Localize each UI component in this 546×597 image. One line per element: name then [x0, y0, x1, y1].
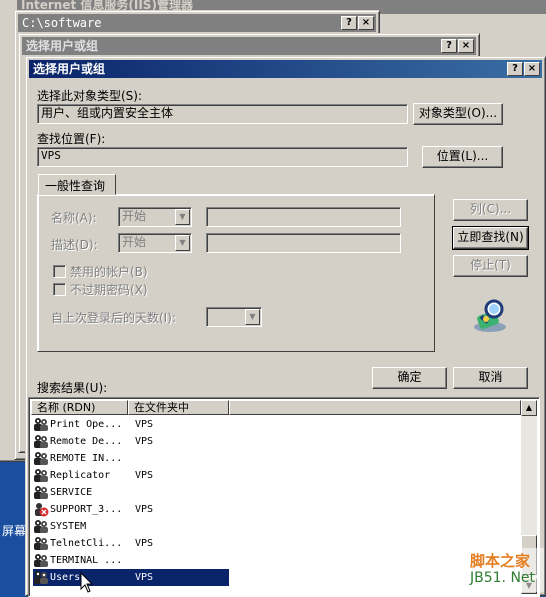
watermark-line1: 脚本之家 — [470, 552, 531, 570]
days-since-login-combo[interactable]: ▼ — [206, 307, 262, 327]
row-name: Remote De... — [50, 436, 123, 447]
column-header-empty — [229, 400, 521, 415]
help-button[interactable]: ? — [507, 62, 523, 76]
results-label: 搜索结果(U): — [37, 381, 108, 395]
results-list[interactable]: 名称 (RDN) 在文件夹中 Print Ope... VPS Remote De.… — [28, 397, 540, 597]
scroll-up-icon[interactable]: ▲ — [521, 400, 537, 416]
object-types-button[interactable]: 对象类型(O)... — [413, 103, 503, 125]
row-folder: VPS — [135, 538, 154, 549]
dialog-title: 选择用户或组 — [29, 60, 542, 78]
description-combo[interactable]: 开始 ▼ — [118, 233, 192, 253]
column-header-name[interactable]: 名称 (RDN) — [31, 400, 128, 415]
table-row[interactable]: SUPPORT_3... VPS — [33, 501, 229, 518]
group-icon — [34, 452, 48, 465]
table-row[interactable]: SERVICE — [33, 484, 229, 501]
ok-button[interactable]: 确定 — [372, 367, 447, 389]
row-name: Replicator — [50, 470, 111, 481]
desktop-text: 屏幕 — [2, 524, 27, 538]
row-folder: VPS — [135, 504, 154, 515]
table-row[interactable]: Remote De... VPS — [33, 433, 229, 450]
row-name: SUPPORT_3... — [50, 504, 123, 515]
row-folder: VPS — [135, 572, 154, 583]
columns-button[interactable]: 列(C)... — [453, 199, 528, 221]
disabled-accounts-label: 禁用的帐户(B) — [70, 265, 148, 279]
description-text-field[interactable] — [206, 233, 401, 253]
group-icon — [34, 520, 48, 533]
search-users-icon — [474, 299, 506, 332]
cancel-button[interactable]: 取消 — [453, 367, 528, 389]
parent-close-button[interactable]: × — [458, 39, 474, 53]
non-expiring-password-checkbox[interactable] — [53, 283, 66, 296]
row-name: SYSTEM — [50, 521, 87, 532]
tab-label: 一般性查询 — [45, 179, 106, 193]
row-name: REMOTE IN... — [50, 453, 123, 464]
days-since-login-label: 自上次登录后的天数(I): — [51, 311, 176, 325]
object-type-field: 用户、组或内置安全主体 — [37, 104, 408, 124]
disabled-accounts-checkbox[interactable] — [53, 265, 66, 278]
name-combo[interactable]: 开始 ▼ — [118, 207, 192, 227]
group-icon — [34, 435, 48, 448]
row-folder: VPS — [135, 470, 154, 481]
chevron-down-icon[interactable]: ▼ — [175, 235, 190, 251]
row-name: SERVICE — [50, 487, 93, 498]
description-combo-value: 开始 — [122, 235, 147, 249]
table-row[interactable]: TERMINAL ... — [33, 552, 229, 569]
row-folder: VPS — [135, 436, 154, 447]
description-label: 描述(D): — [51, 238, 98, 252]
folder-title: C:\software — [22, 16, 102, 30]
locations-button[interactable]: 位置(L)... — [422, 146, 503, 168]
table-row[interactable]: Print Ope... VPS — [33, 416, 229, 433]
name-combo-value: 开始 — [122, 209, 147, 223]
table-row[interactable]: Users VPS — [33, 569, 229, 586]
location-label: 查找位置(F): — [37, 132, 106, 146]
chevron-down-icon[interactable]: ▼ — [175, 209, 190, 225]
mouse-cursor-icon — [80, 572, 94, 593]
chevron-down-icon[interactable]: ▼ — [245, 309, 260, 325]
results-header: 名称 (RDN) 在文件夹中 — [31, 400, 521, 415]
group-icon — [34, 486, 48, 499]
row-folder: VPS — [135, 419, 154, 430]
row-name: Print Ope... — [50, 419, 123, 430]
row-name: Users — [50, 572, 81, 583]
disabled-user-icon — [35, 503, 49, 517]
watermark: 脚本之家 JB51. Net — [466, 548, 544, 592]
group-icon — [34, 469, 48, 482]
row-name: TelnetCli... — [50, 538, 123, 549]
table-row[interactable]: Replicator VPS — [33, 467, 229, 484]
column-header-folder[interactable]: 在文件夹中 — [128, 400, 229, 415]
object-type-label: 选择此对象类型(S): — [37, 89, 143, 103]
group-icon — [34, 537, 48, 550]
watermark-line2: JB51. Net — [470, 570, 536, 586]
location-field: VPS — [37, 147, 408, 167]
find-now-button[interactable]: 立即查找(N) — [452, 226, 529, 250]
name-text-field[interactable] — [206, 207, 401, 227]
folder-close-button[interactable]: × — [358, 16, 374, 30]
stop-button[interactable]: 停止(T) — [453, 255, 528, 277]
group-icon — [34, 418, 48, 431]
table-row[interactable]: SYSTEM — [33, 518, 229, 535]
group-icon — [34, 571, 48, 584]
select-users-dialog: 选择用户或组 ? × 选择此对象类型(S): 用户、组或内置安全主体 对象类型(… — [25, 56, 546, 597]
table-row[interactable]: REMOTE IN... — [33, 450, 229, 467]
tab-common-queries[interactable]: 一般性查询 — [38, 174, 116, 195]
close-button[interactable]: × — [524, 62, 540, 76]
folder-help-button[interactable]: ? — [341, 16, 357, 30]
group-icon — [34, 554, 48, 567]
table-row[interactable]: TelnetCli... VPS — [33, 535, 229, 552]
row-name: TERMINAL ... — [50, 555, 123, 566]
name-label: 名称(A): — [51, 211, 97, 225]
non-expiring-password-label: 不过期密码(X) — [70, 283, 148, 297]
parent-dialog-title: 选择用户或组 — [22, 37, 476, 55]
parent-help-button[interactable]: ? — [441, 39, 457, 53]
